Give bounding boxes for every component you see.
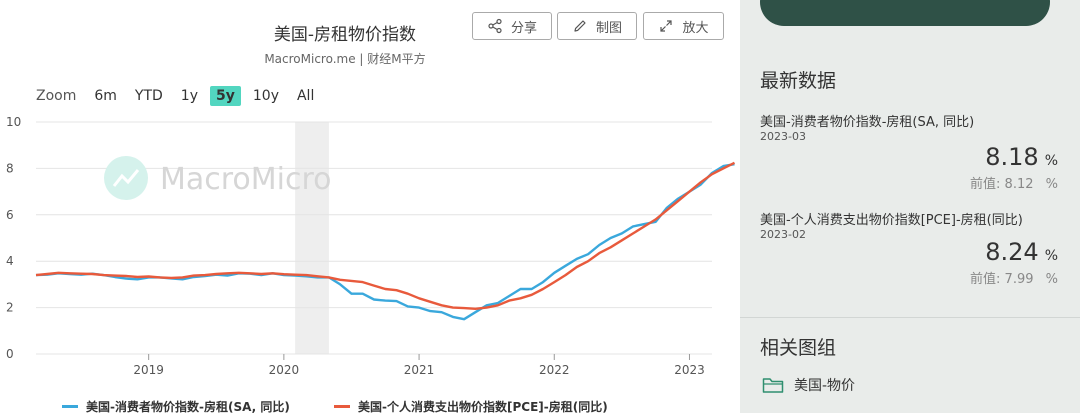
previous-value-unit: %: [1045, 177, 1058, 192]
legend-label-cpi: 美国-消费者物价指数-房租(SA, 同比): [86, 400, 290, 414]
related-group-label: 美国-物价: [794, 378, 856, 394]
watermark-text: MacroMicro: [160, 162, 332, 197]
pencil-icon: [574, 20, 586, 32]
x-tick-label: 2019: [133, 363, 164, 377]
chart-panel: 美国-房租物价指数 MacroMicro.me | 财经M平方 分享 制图 放大…: [0, 0, 740, 415]
latest-value-number: 8.24: [985, 238, 1039, 266]
zoom-10y[interactable]: 10y: [247, 86, 285, 106]
latest-value-number: 8.18: [985, 143, 1039, 171]
y-tick-label: 4: [6, 254, 14, 268]
latest-item-date: 2023-03: [760, 130, 806, 143]
latest-item-date: 2023-02: [760, 228, 806, 241]
y-tick-label: 10: [6, 115, 21, 129]
legend-label-pce: 美国-个人消费支出物价指数[PCE]-房租(同比): [358, 400, 608, 414]
previous-value: 前值: 8.12 %: [970, 173, 1058, 192]
latest-item-value: 8.18%: [985, 143, 1058, 171]
draw-button[interactable]: 制图: [557, 12, 637, 40]
share-button[interactable]: 分享: [472, 12, 552, 40]
legend-item-pce[interactable]: 美国-个人消费支出物价指数[PCE]-房租(同比): [334, 398, 608, 415]
latest-item-value: 8.24%: [985, 238, 1058, 266]
zoom-all[interactable]: All: [291, 86, 320, 106]
x-tick-label: 2021: [404, 363, 435, 377]
related-heading: 相关图组: [760, 337, 837, 359]
latest-value-unit: %: [1044, 248, 1058, 264]
side-divider: [740, 317, 1080, 318]
previous-value-unit: %: [1045, 272, 1058, 287]
latest-data-heading: 最新数据: [760, 70, 837, 92]
y-tick-label: 6: [6, 208, 14, 222]
x-tick-label: 2022: [539, 363, 570, 377]
report-banner[interactable]: [760, 0, 1050, 26]
zoom-1y[interactable]: 1y: [175, 86, 204, 106]
recession-shading: [295, 122, 329, 354]
chart-source: MacroMicro.me | 财经M平方: [264, 52, 426, 66]
expand-label: 放大: [682, 20, 709, 36]
zoom-5y[interactable]: 5y: [210, 86, 241, 106]
x-tick-label: 2023: [674, 363, 705, 377]
previous-value: 前值: 7.99 %: [970, 268, 1058, 287]
share-icon: [488, 18, 502, 34]
folder-icon: [762, 378, 784, 393]
share-label: 分享: [510, 20, 537, 36]
latest-value-unit: %: [1044, 153, 1058, 169]
x-tick-label: 2020: [269, 363, 300, 377]
related-group-link[interactable]: 美国-物价: [762, 375, 855, 395]
legend-swatch-cpi: [62, 405, 78, 408]
latest-item-name[interactable]: 美国-个人消费支出物价指数[PCE]-房租(同比): [760, 209, 1080, 228]
latest-data-panel: 最新数据 美国-消费者物价指数-房租(SA, 同比) 2023-03 8.18%…: [740, 0, 1080, 413]
line-chart: 0 2 4 6 8 10 2019 2020 2021 2022 2023 MacroMicro: [6, 115, 736, 377]
y-tick-label: 0: [6, 347, 14, 361]
zoom-label: Zoom: [36, 88, 77, 104]
draw-label: 制图: [595, 20, 622, 36]
expand-button[interactable]: 放大: [643, 12, 724, 40]
legend-item-cpi[interactable]: 美国-消费者物价指数-房租(SA, 同比): [62, 398, 290, 415]
zoom-selector: Zoom 6m YTD 1y 5y 10y All: [36, 84, 326, 108]
previous-value-label: 前值: 8.12: [970, 177, 1034, 192]
zoom-6m[interactable]: 6m: [88, 86, 123, 106]
legend-swatch-pce: [334, 405, 350, 408]
expand-icon: [660, 20, 673, 32]
y-tick-label: 2: [6, 301, 14, 315]
zoom-ytd[interactable]: YTD: [129, 86, 169, 106]
previous-value-label: 前值: 7.99: [970, 272, 1034, 287]
latest-item-name[interactable]: 美国-消费者物价指数-房租(SA, 同比): [760, 111, 1080, 130]
chart-title: 美国-房租物价指数: [273, 25, 417, 45]
y-tick-label: 8: [6, 161, 14, 175]
